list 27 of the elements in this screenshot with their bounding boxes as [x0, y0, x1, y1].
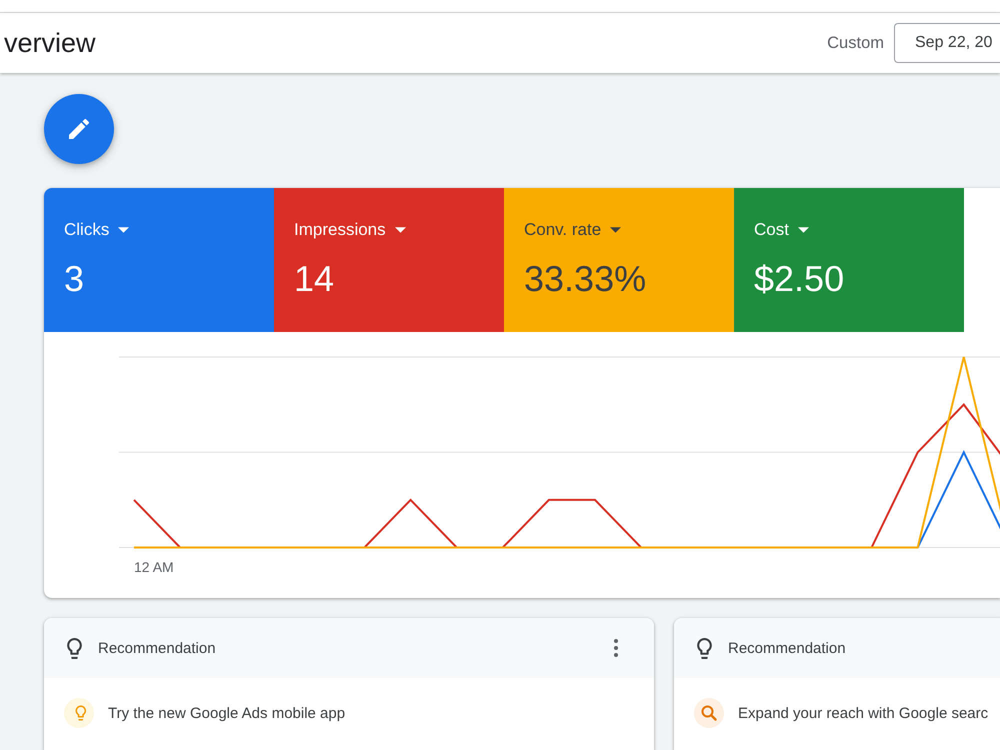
- search-icon: [694, 698, 724, 728]
- edit-button[interactable]: [44, 94, 114, 164]
- caret-icon: [394, 227, 406, 233]
- recommendation-text: Try the new Google Ads mobile app: [108, 704, 346, 722]
- caret-icon: [798, 227, 809, 233]
- caret-icon: [118, 227, 130, 233]
- metric-dropdown[interactable]: Conv. rate: [524, 220, 622, 240]
- range-label: Custom: [827, 34, 884, 52]
- metric-value: $2.50: [754, 257, 844, 301]
- metric-dropdown[interactable]: Impressions: [294, 220, 406, 240]
- page-title: verview: [4, 28, 96, 58]
- lightbulb-icon: [67, 638, 82, 658]
- metric-dropdown[interactable]: Clicks: [64, 220, 130, 240]
- metric-value: 14: [294, 257, 334, 301]
- caret-icon: [610, 227, 622, 233]
- pencil-icon: [69, 119, 89, 139]
- lightbulb-icon: [64, 698, 94, 728]
- axis-label: 12 AM: [134, 559, 174, 575]
- more-vertical-icon: [614, 639, 618, 657]
- card-title: Recommendation: [728, 640, 847, 656]
- recommendation-text: Expand your reach with Google searc: [738, 704, 988, 722]
- metric-dropdown[interactable]: Cost: [754, 220, 809, 240]
- metric-value: 33.33%: [524, 257, 646, 301]
- card-title: Recommendation: [98, 640, 217, 656]
- date-range-button[interactable]: Sep 22, 20: [894, 23, 1000, 63]
- metric-value: 3: [64, 257, 84, 301]
- lightbulb-icon: [697, 638, 712, 658]
